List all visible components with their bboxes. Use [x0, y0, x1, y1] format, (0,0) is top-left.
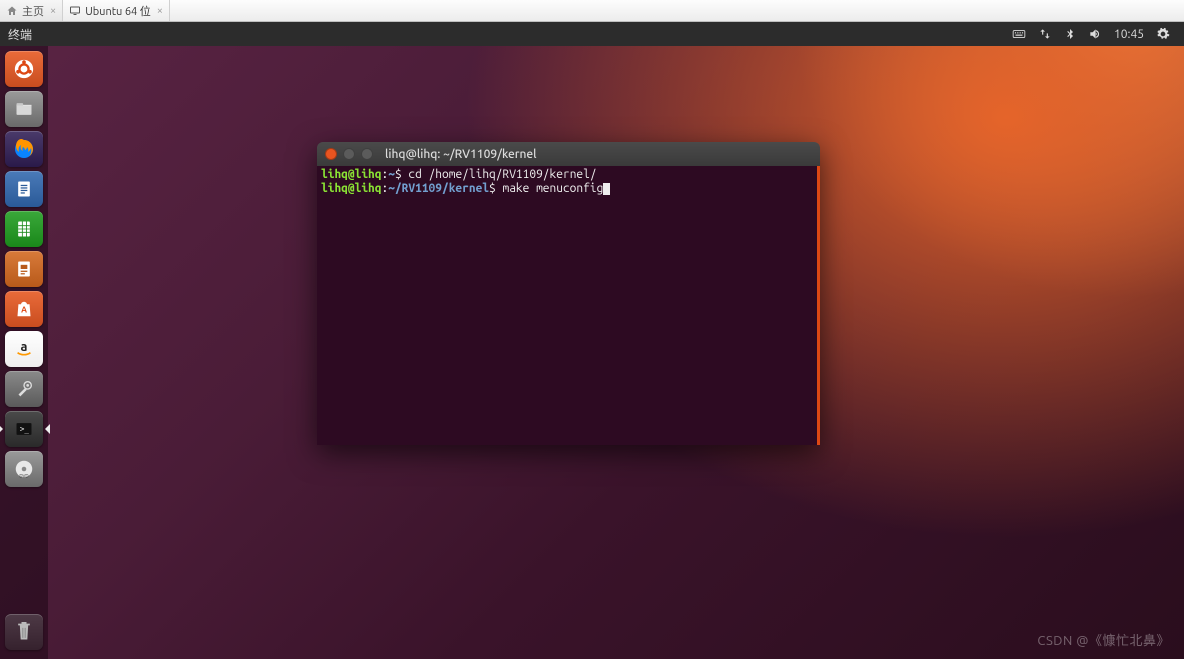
gear-icon[interactable]	[1150, 27, 1176, 41]
launcher-dash[interactable]	[3, 50, 45, 88]
wrench-gear-icon	[13, 378, 35, 400]
amazon-icon: a	[13, 338, 35, 360]
document-icon	[14, 178, 34, 200]
home-icon	[6, 5, 18, 17]
terminal-cursor	[603, 183, 610, 195]
terminal-icon: >_	[13, 419, 35, 439]
window-minimize-button[interactable]	[343, 148, 355, 160]
launcher-terminal[interactable]: >_	[3, 410, 45, 448]
svg-text:>_: >_	[20, 425, 30, 434]
launcher-libreoffice-writer[interactable]	[3, 170, 45, 208]
files-icon	[13, 99, 35, 119]
launcher-amazon[interactable]: a	[3, 330, 45, 368]
close-icon[interactable]: ×	[48, 5, 56, 17]
vm-tab-ubuntu[interactable]: Ubuntu 64 位 ×	[63, 0, 170, 21]
command-text: cd /home/lihq/RV1109/kernel/	[402, 168, 597, 181]
command-text: make menuconfig	[496, 182, 604, 195]
bluetooth-indicator-icon[interactable]	[1058, 27, 1082, 41]
svg-text:DVD: DVD	[19, 473, 28, 478]
close-icon[interactable]: ×	[155, 5, 163, 17]
vm-tab-ubuntu-label: Ubuntu 64 位	[85, 3, 151, 19]
firefox-icon	[12, 137, 36, 161]
svg-text:A: A	[21, 304, 27, 314]
prompt-user: lihq@lihq	[321, 182, 381, 195]
launcher-ubuntu-software[interactable]: A	[3, 290, 45, 328]
spreadsheet-icon	[14, 218, 34, 240]
clock-label[interactable]: 10:45	[1108, 28, 1150, 41]
prompt-user: lihq@lihq	[321, 168, 381, 181]
keyboard-indicator-icon[interactable]	[1006, 27, 1032, 41]
unity-launcher: A a >_ DVD	[0, 46, 48, 659]
terminal-titlebar[interactable]: lihq@lihq: ~/RV1109/kernel	[317, 142, 820, 166]
trash-icon	[14, 621, 34, 643]
prompt-path: ~/RV1109/kernel	[388, 182, 489, 195]
launcher-libreoffice-impress[interactable]	[3, 250, 45, 288]
vm-tab-home-label: 主页	[22, 3, 44, 19]
network-indicator-icon[interactable]	[1032, 27, 1058, 41]
window-close-button[interactable]	[325, 148, 337, 160]
watermark-text: CSDN @《慷忙北鼻》	[1037, 630, 1170, 649]
top-menubar: 终端 10:45	[0, 22, 1184, 46]
launcher-trash[interactable]	[3, 613, 45, 651]
ubuntu-desktop: 终端 10:45	[0, 22, 1184, 659]
shopping-bag-icon: A	[13, 299, 35, 319]
presentation-icon	[14, 258, 34, 280]
disc-icon: DVD	[13, 458, 35, 480]
svg-text:a: a	[21, 340, 28, 354]
window-maximize-button[interactable]	[361, 148, 373, 160]
monitor-icon	[69, 5, 81, 17]
launcher-settings[interactable]	[3, 370, 45, 408]
sound-indicator-icon[interactable]	[1082, 27, 1108, 41]
launcher-firefox[interactable]	[3, 130, 45, 168]
vm-host-tabbar: 主页 × Ubuntu 64 位 ×	[0, 0, 1184, 22]
active-app-label: 终端	[8, 26, 32, 43]
launcher-disc[interactable]: DVD	[3, 450, 45, 488]
launcher-libreoffice-calc[interactable]	[3, 210, 45, 248]
vm-tab-home[interactable]: 主页 ×	[0, 0, 63, 21]
prompt-path: ~	[388, 168, 395, 181]
terminal-title: lihq@lihq: ~/RV1109/kernel	[385, 148, 537, 161]
ubuntu-logo-icon	[13, 58, 35, 80]
launcher-files[interactable]	[3, 90, 45, 128]
terminal-window: lihq@lihq: ~/RV1109/kernel lihq@lihq:~$ …	[317, 142, 820, 445]
terminal-body[interactable]: lihq@lihq:~$ cd /home/lihq/RV1109/kernel…	[317, 166, 820, 445]
